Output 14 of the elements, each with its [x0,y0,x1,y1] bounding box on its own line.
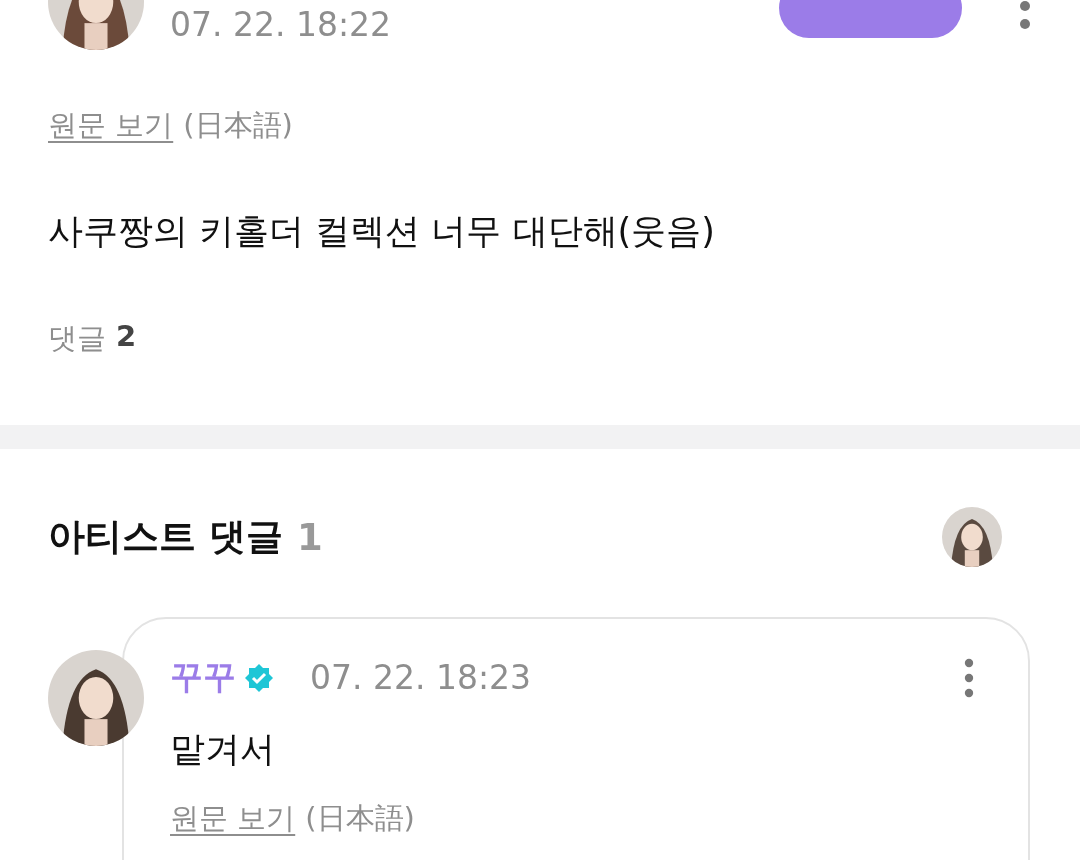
post-text: 사쿠짱의 키홀더 컬렉션 너무 대단해(웃음) [48,210,716,253]
comments-count: 2 [116,319,137,355]
view-original-link[interactable]: 원문 보기 [48,106,174,146]
comment-date: 07. 22. 18:23 [310,658,532,697]
language-label: (日本語) [305,800,415,837]
comment-text: 맡겨서 [170,728,276,771]
comments-label: 댓글 [48,320,106,357]
artist-comment-count: 1 [296,515,323,559]
comment-author[interactable]: 꾸꾸 [170,655,236,700]
post-date: 07. 22. 18:22 [170,5,392,44]
language-label: (日本語) [183,107,293,144]
view-original-link[interactable]: 원문 보기 [170,799,296,839]
section-title: 아티스트 댓글 [48,514,283,560]
more-icon[interactable] [962,657,976,698]
